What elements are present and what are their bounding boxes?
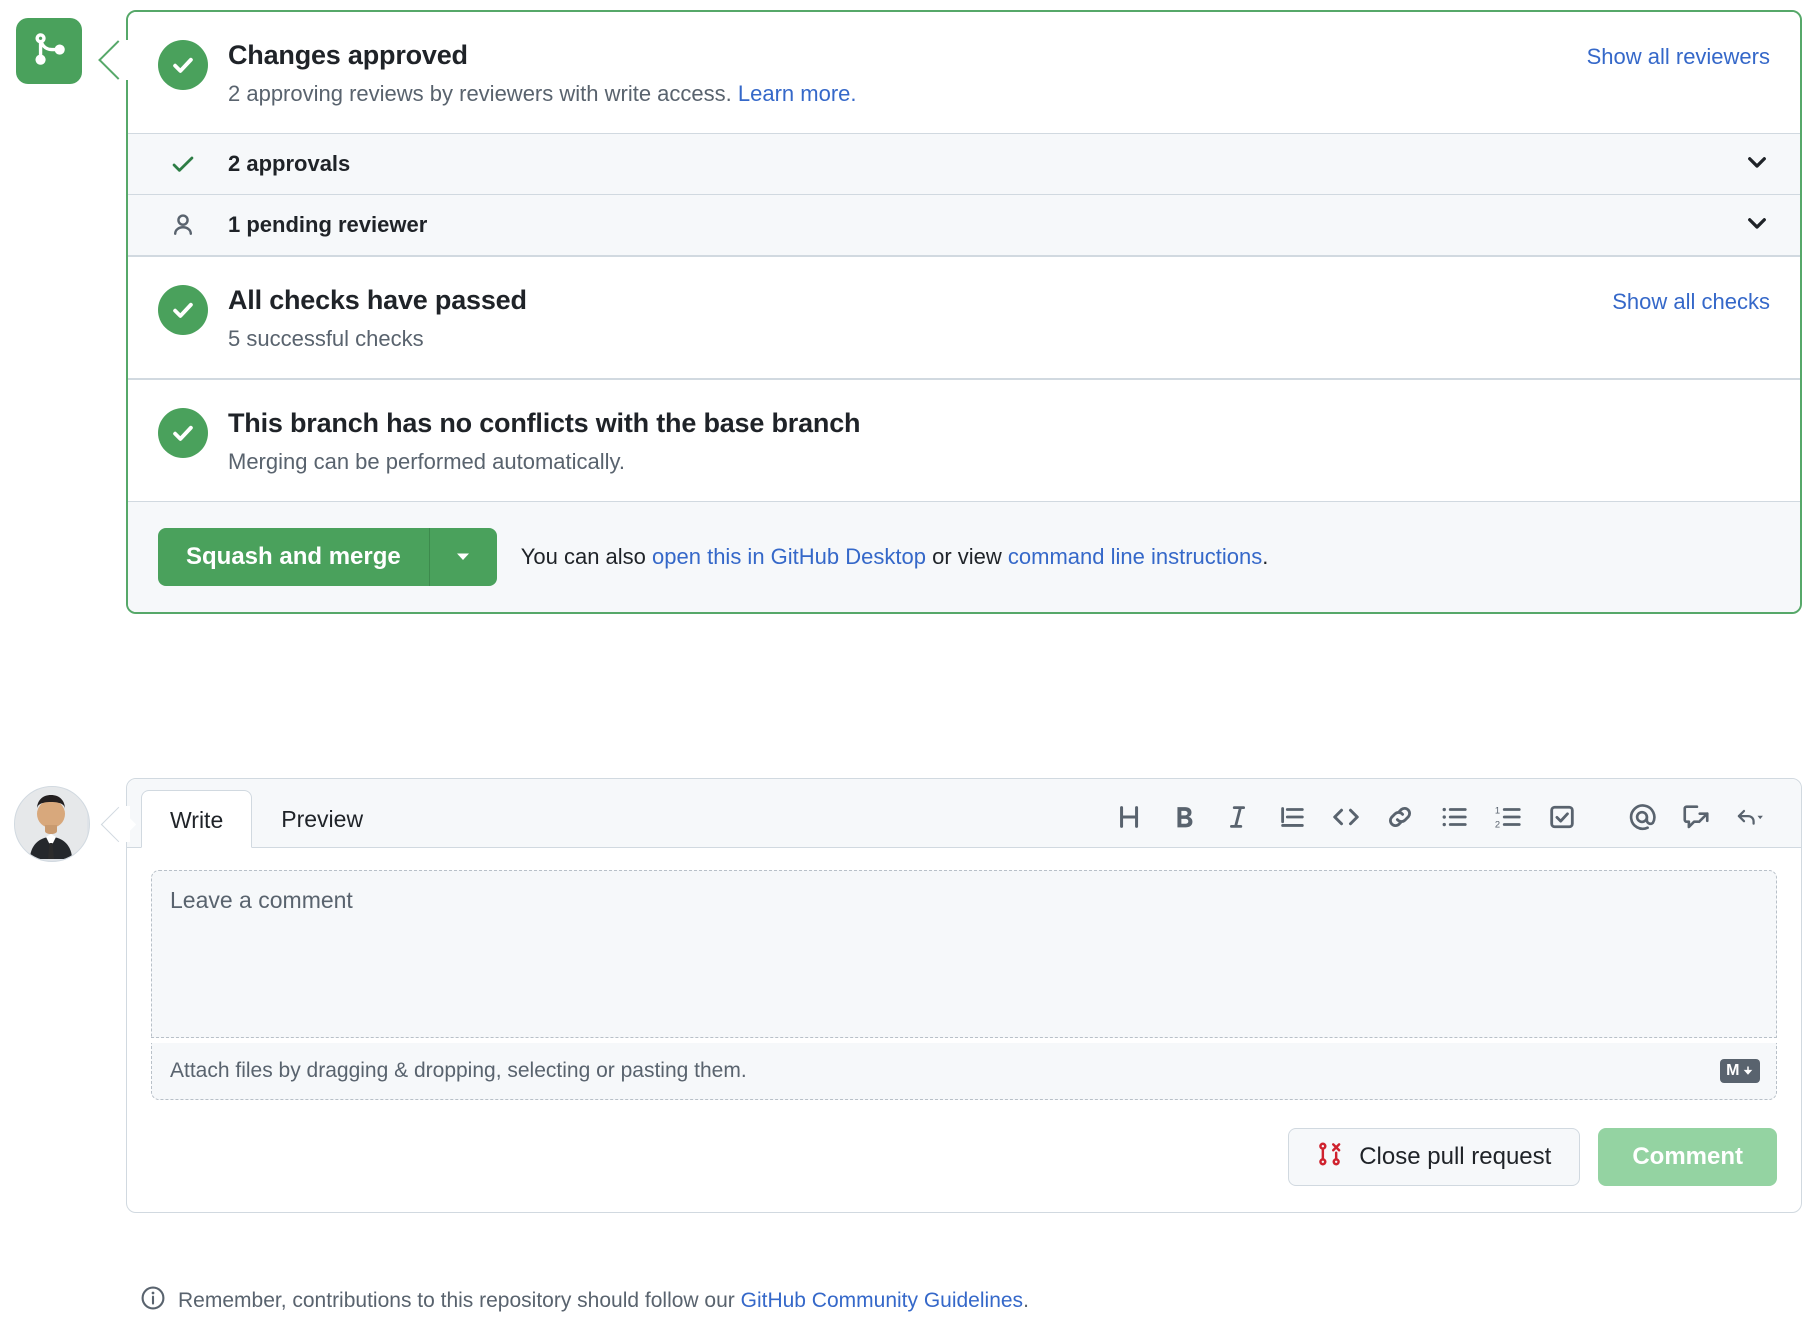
no-conflicts-row: This branch has no conflicts with the ba…	[128, 380, 1800, 501]
changes-approved-subtitle: 2 approving reviews by reviewers with wr…	[228, 79, 1563, 109]
check-circle-icon	[158, 408, 208, 458]
avatar-image	[15, 787, 87, 859]
chevron-down-icon[interactable]	[1744, 149, 1770, 180]
comment-input[interactable]	[151, 870, 1777, 1038]
triangle-down-icon	[453, 546, 473, 569]
editor-header: Write Preview 1 2	[127, 779, 1801, 848]
community-guidelines-note: Remember, contributions to this reposito…	[140, 1285, 1029, 1316]
saved-reply-icon[interactable]	[1669, 795, 1723, 839]
git-merge-icon-badge	[16, 18, 82, 84]
markdown-toolbar: 12	[1103, 795, 1777, 847]
check-icon	[158, 151, 208, 177]
tab-preview[interactable]: Preview	[252, 789, 392, 847]
pull-request-merge-page: Changes approved 2 approving reviews by …	[0, 0, 1818, 1320]
no-conflicts-title: This branch has no conflicts with the ba…	[228, 408, 861, 438]
heading-icon[interactable]	[1103, 795, 1157, 839]
link-icon[interactable]	[1373, 795, 1427, 839]
svg-text:1: 1	[1495, 805, 1500, 815]
merge-status-panel: Changes approved 2 approving reviews by …	[126, 10, 1802, 614]
person-icon	[158, 212, 208, 238]
open-in-github-desktop-link[interactable]: open this in GitHub Desktop	[652, 544, 926, 569]
approvals-collapsible-row[interactable]: 2 approvals	[128, 133, 1800, 194]
footer-prefix: Remember, contributions to this reposito…	[178, 1288, 741, 1312]
editor-actions: Close pull request Comment	[127, 1100, 1801, 1212]
squash-and-merge-button[interactable]: Squash and merge	[158, 528, 429, 586]
reply-icon[interactable]	[1723, 795, 1777, 839]
changes-approved-subtitle-text: 2 approving reviews by reviewers with wr…	[228, 81, 732, 106]
editor-body: Attach files by dragging & dropping, sel…	[127, 848, 1801, 1100]
markdown-icon[interactable]: M	[1720, 1059, 1760, 1083]
quote-icon[interactable]	[1265, 795, 1319, 839]
community-guidelines-text: Remember, contributions to this reposito…	[178, 1289, 1029, 1313]
attach-files-bar[interactable]: Attach files by dragging & dropping, sel…	[151, 1043, 1777, 1100]
callout-arrow-mask	[124, 40, 132, 80]
merge-alternatives-text: You can also open this in GitHub Desktop…	[521, 542, 1269, 572]
show-all-reviewers-link[interactable]: Show all reviewers	[1587, 44, 1770, 70]
chevron-down-icon[interactable]	[1744, 210, 1770, 241]
merge-alt-prefix: You can also	[520, 544, 653, 569]
merge-alt-suffix: .	[1262, 544, 1269, 569]
merge-method-dropdown-button[interactable]	[428, 528, 497, 586]
checks-passed-row: All checks have passed 5 successful chec…	[128, 257, 1800, 378]
close-pull-request-button[interactable]: Close pull request	[1288, 1128, 1581, 1186]
show-all-checks-link[interactable]: Show all checks	[1612, 289, 1770, 315]
checks-passed-title: All checks have passed	[228, 285, 527, 315]
attach-files-text: Attach files by dragging & dropping, sel…	[170, 1059, 747, 1082]
github-community-guidelines-link[interactable]: GitHub Community Guidelines	[741, 1289, 1023, 1312]
approvals-label: 2 approvals	[228, 151, 351, 176]
comment-button[interactable]: Comment	[1598, 1128, 1777, 1186]
pending-reviewer-label: 1 pending reviewer	[228, 212, 428, 237]
markdown-badge-letter: M	[1726, 1062, 1740, 1079]
svg-text:2: 2	[1495, 819, 1500, 829]
code-icon[interactable]	[1319, 795, 1373, 839]
checks-passed-subtitle: 5 successful checks	[228, 326, 424, 351]
close-pull-request-label: Close pull request	[1359, 1143, 1552, 1170]
avatar[interactable]	[14, 786, 90, 862]
comment-editor: Write Preview 1 2 Leave a comment Attach…	[126, 778, 1802, 1213]
tab-write[interactable]: Write	[141, 790, 253, 848]
merge-button-group: Squash and merge	[158, 528, 497, 586]
italic-icon[interactable]	[1211, 795, 1265, 839]
command-line-instructions-link[interactable]: command line instructions	[1008, 544, 1262, 569]
info-icon	[140, 1285, 166, 1316]
task-list-icon[interactable]	[1535, 795, 1589, 839]
ordered-list-icon[interactable]: 12	[1481, 795, 1535, 839]
pull-request-closed-icon	[1317, 1141, 1343, 1174]
check-circle-icon	[158, 40, 208, 90]
merge-action-bar: Squash and merge You can also open this …	[128, 501, 1800, 612]
comment-callout-arrow-mask	[124, 806, 130, 842]
changes-approved-title: Changes approved	[228, 40, 468, 70]
check-circle-icon	[158, 285, 208, 335]
unordered-list-icon[interactable]	[1427, 795, 1481, 839]
mention-icon[interactable]	[1615, 795, 1669, 839]
learn-more-link[interactable]: Learn more.	[738, 81, 857, 106]
git-merge-icon	[31, 31, 67, 72]
merge-alt-middle: or view	[925, 544, 1008, 569]
bold-icon[interactable]	[1157, 795, 1211, 839]
changes-approved-row: Changes approved 2 approving reviews by …	[128, 12, 1800, 133]
markdown-arrow-icon	[1743, 1066, 1753, 1075]
pending-reviewer-collapsible-row[interactable]: 1 pending reviewer	[128, 194, 1800, 255]
no-conflicts-subtitle: Merging can be performed automatically.	[228, 449, 626, 474]
footer-suffix: .	[1023, 1288, 1029, 1312]
